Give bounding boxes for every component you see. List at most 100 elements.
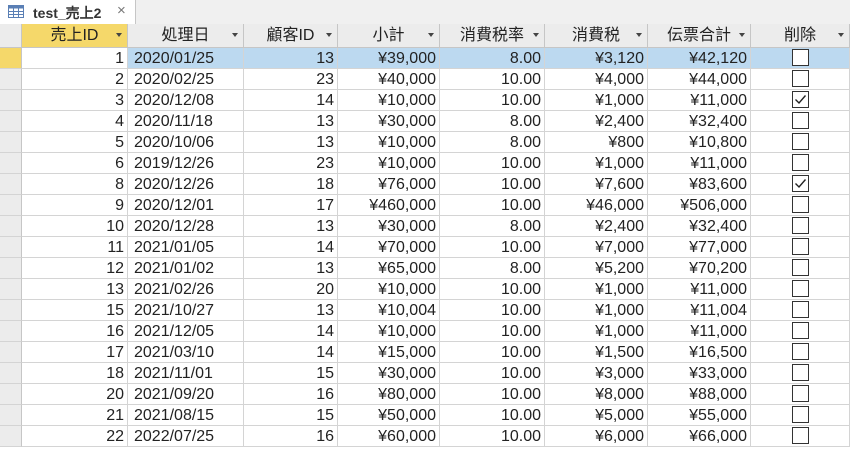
sales-id-cell[interactable]: 1 bbox=[22, 48, 128, 69]
tax-rate-cell[interactable]: 8.00 bbox=[440, 132, 545, 153]
sales-id-cell[interactable]: 8 bbox=[22, 174, 128, 195]
customer-id-cell[interactable]: 14 bbox=[244, 90, 338, 111]
slip-total-cell[interactable]: ¥66,000 bbox=[648, 426, 751, 447]
customer-id-cell[interactable]: 14 bbox=[244, 321, 338, 342]
customer-id-cell[interactable]: 13 bbox=[244, 216, 338, 237]
tax-cell[interactable]: ¥7,600 bbox=[545, 174, 648, 195]
process-date-cell[interactable]: 2021/01/05 bbox=[128, 237, 244, 258]
tax-cell[interactable]: ¥5,000 bbox=[545, 405, 648, 426]
subtotal-cell[interactable]: ¥30,000 bbox=[338, 111, 440, 132]
sales-id-cell[interactable]: 20 bbox=[22, 384, 128, 405]
slip-total-cell[interactable]: ¥506,000 bbox=[648, 195, 751, 216]
record-selector[interactable] bbox=[0, 237, 22, 258]
subtotal-cell[interactable]: ¥39,000 bbox=[338, 48, 440, 69]
tax-cell[interactable]: ¥2,400 bbox=[545, 111, 648, 132]
customer-id-cell[interactable]: 13 bbox=[244, 132, 338, 153]
customer-id-cell[interactable]: 20 bbox=[244, 279, 338, 300]
process-date-cell[interactable]: 2020/12/01 bbox=[128, 195, 244, 216]
tax-cell[interactable]: ¥1,000 bbox=[545, 90, 648, 111]
tax-cell[interactable]: ¥1,000 bbox=[545, 321, 648, 342]
deleted-checkbox[interactable] bbox=[791, 406, 809, 423]
customer-id-cell[interactable]: 16 bbox=[244, 426, 338, 447]
record-selector[interactable] bbox=[0, 405, 22, 426]
subtotal-cell[interactable]: ¥15,000 bbox=[338, 342, 440, 363]
customer-id-cell[interactable]: 14 bbox=[244, 342, 338, 363]
deleted-checkbox[interactable] bbox=[791, 133, 809, 150]
customer-id-cell[interactable]: 13 bbox=[244, 48, 338, 69]
deleted-checkbox[interactable] bbox=[791, 49, 809, 66]
sales-id-cell[interactable]: 13 bbox=[22, 279, 128, 300]
sales-id-cell[interactable]: 18 bbox=[22, 363, 128, 384]
tax-rate-cell[interactable]: 10.00 bbox=[440, 426, 545, 447]
deleted-checkbox[interactable] bbox=[791, 259, 809, 276]
filter-dropdown-icon[interactable] bbox=[428, 33, 434, 37]
process-date-cell[interactable]: 2021/10/27 bbox=[128, 300, 244, 321]
tax-rate-cell[interactable]: 8.00 bbox=[440, 258, 545, 279]
tax-cell[interactable]: ¥1,000 bbox=[545, 279, 648, 300]
deleted-checkbox[interactable] bbox=[791, 280, 809, 297]
process-date-cell[interactable]: 2021/02/26 bbox=[128, 279, 244, 300]
tax-rate-cell[interactable]: 8.00 bbox=[440, 111, 545, 132]
process-date-cell[interactable]: 2021/11/01 bbox=[128, 363, 244, 384]
deleted-checkbox[interactable] bbox=[791, 343, 809, 360]
customer-id-cell[interactable]: 13 bbox=[244, 300, 338, 321]
process-date-cell[interactable]: 2021/09/20 bbox=[128, 384, 244, 405]
slip-total-cell[interactable]: ¥11,000 bbox=[648, 153, 751, 174]
process-date-cell[interactable]: 2020/11/18 bbox=[128, 111, 244, 132]
record-selector[interactable] bbox=[0, 258, 22, 279]
subtotal-cell[interactable]: ¥30,000 bbox=[338, 216, 440, 237]
document-tab[interactable]: test_売上2 × bbox=[0, 0, 136, 24]
slip-total-cell[interactable]: ¥11,000 bbox=[648, 90, 751, 111]
tax-cell[interactable]: ¥8,000 bbox=[545, 384, 648, 405]
customer-id-cell[interactable]: 17 bbox=[244, 195, 338, 216]
slip-total-cell[interactable]: ¥33,000 bbox=[648, 363, 751, 384]
tax-rate-cell[interactable]: 10.00 bbox=[440, 342, 545, 363]
tax-rate-cell[interactable]: 10.00 bbox=[440, 321, 545, 342]
record-selector[interactable] bbox=[0, 300, 22, 321]
slip-total-cell[interactable]: ¥42,120 bbox=[648, 48, 751, 69]
record-selector[interactable] bbox=[0, 48, 22, 69]
customer-id-cell[interactable]: 15 bbox=[244, 405, 338, 426]
slip-total-cell[interactable]: ¥10,800 bbox=[648, 132, 751, 153]
record-selector[interactable] bbox=[0, 195, 22, 216]
sales-id-cell[interactable]: 2 bbox=[22, 69, 128, 90]
tax-cell[interactable]: ¥6,000 bbox=[545, 426, 648, 447]
sales-id-cell[interactable]: 11 bbox=[22, 237, 128, 258]
sales-id-cell[interactable]: 21 bbox=[22, 405, 128, 426]
slip-total-cell[interactable]: ¥88,000 bbox=[648, 384, 751, 405]
sales-id-cell[interactable]: 3 bbox=[22, 90, 128, 111]
column-header-tax[interactable]: 消費税 bbox=[545, 24, 648, 48]
deleted-checkbox[interactable] bbox=[791, 70, 809, 87]
tax-cell[interactable]: ¥3,120 bbox=[545, 48, 648, 69]
sales-id-cell[interactable]: 17 bbox=[22, 342, 128, 363]
process-date-cell[interactable]: 2020/12/28 bbox=[128, 216, 244, 237]
select-all-button[interactable] bbox=[0, 24, 22, 48]
tax-rate-cell[interactable]: 10.00 bbox=[440, 69, 545, 90]
subtotal-cell[interactable]: ¥65,000 bbox=[338, 258, 440, 279]
tax-rate-cell[interactable]: 10.00 bbox=[440, 153, 545, 174]
filter-dropdown-icon[interactable] bbox=[116, 33, 122, 37]
deleted-checkbox[interactable] bbox=[791, 364, 809, 381]
customer-id-cell[interactable]: 13 bbox=[244, 258, 338, 279]
customer-id-cell[interactable]: 15 bbox=[244, 363, 338, 384]
deleted-checkbox[interactable] bbox=[791, 322, 809, 339]
subtotal-cell[interactable]: ¥40,000 bbox=[338, 69, 440, 90]
process-date-cell[interactable]: 2021/12/05 bbox=[128, 321, 244, 342]
column-header-slip-total[interactable]: 伝票合計 bbox=[648, 24, 751, 48]
process-date-cell[interactable]: 2022/07/25 bbox=[128, 426, 244, 447]
tax-cell[interactable]: ¥1,500 bbox=[545, 342, 648, 363]
record-selector[interactable] bbox=[0, 279, 22, 300]
deleted-checkbox[interactable] bbox=[791, 238, 809, 255]
slip-total-cell[interactable]: ¥32,400 bbox=[648, 111, 751, 132]
sales-id-cell[interactable]: 6 bbox=[22, 153, 128, 174]
record-selector[interactable] bbox=[0, 69, 22, 90]
tax-rate-cell[interactable]: 10.00 bbox=[440, 384, 545, 405]
slip-total-cell[interactable]: ¥16,500 bbox=[648, 342, 751, 363]
subtotal-cell[interactable]: ¥80,000 bbox=[338, 384, 440, 405]
record-selector[interactable] bbox=[0, 216, 22, 237]
record-selector[interactable] bbox=[0, 384, 22, 405]
slip-total-cell[interactable]: ¥77,000 bbox=[648, 237, 751, 258]
sales-id-cell[interactable]: 15 bbox=[22, 300, 128, 321]
tax-rate-cell[interactable]: 10.00 bbox=[440, 90, 545, 111]
tax-cell[interactable]: ¥800 bbox=[545, 132, 648, 153]
